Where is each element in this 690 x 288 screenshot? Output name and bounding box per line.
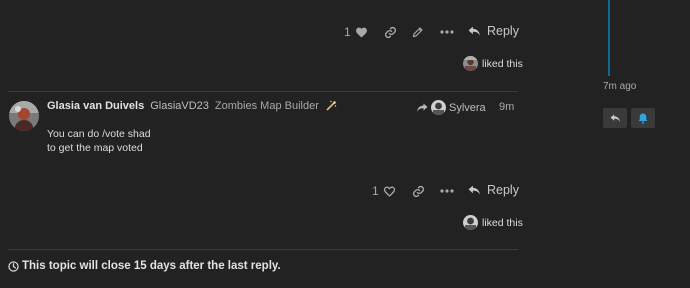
post1-liked-text: liked this — [482, 57, 523, 70]
timeline-scroller[interactable] — [608, 0, 610, 76]
username[interactable]: GlasiaVD23 — [150, 100, 209, 112]
post-body-line: to get the map voted — [47, 141, 143, 154]
link-icon[interactable] — [382, 24, 398, 40]
post-body-line: You can do /vote shad — [47, 128, 151, 140]
post2-like-count[interactable]: 1 — [372, 184, 379, 198]
avatar[interactable] — [463, 56, 478, 71]
post-divider — [8, 91, 518, 92]
reply-icon — [468, 185, 480, 195]
post2-liked-text: liked this — [482, 216, 523, 229]
more-icon[interactable] — [438, 24, 456, 40]
post1-like-area: 1 — [344, 24, 368, 40]
heart-icon[interactable] — [355, 26, 368, 38]
reply-arrow-icon — [417, 103, 428, 112]
more-icon[interactable] — [438, 183, 456, 199]
post2-like-area: 1 — [372, 183, 396, 199]
clock-icon — [8, 260, 19, 272]
avatar[interactable] — [463, 215, 478, 230]
post1-like-count[interactable]: 1 — [344, 25, 351, 39]
topic-notice-text: This topic will close 15 days after the … — [22, 260, 281, 272]
post2-body: You can do /vote shad to get the map vot… — [47, 128, 151, 155]
timeline-notification-button[interactable] — [631, 108, 655, 128]
post-divider — [8, 249, 518, 250]
post2-reply-label: Reply — [487, 183, 519, 197]
avatar — [431, 100, 446, 115]
post2-reply-button[interactable]: Reply — [468, 181, 519, 199]
bell-icon — [638, 113, 648, 124]
avatar[interactable] — [9, 101, 39, 131]
post1-liked-by: liked this — [463, 56, 523, 71]
reply-to-indicator[interactable]: Sylvera — [416, 100, 486, 115]
pencil-icon[interactable] — [410, 24, 426, 40]
post1-reply-label: Reply — [487, 24, 519, 38]
post2-liked-by: liked this — [463, 215, 523, 230]
post1-reply-button[interactable]: Reply — [468, 22, 519, 40]
user-title: Zombies Map Builder — [214, 100, 319, 112]
heart-outline-icon[interactable] — [383, 185, 396, 197]
timeline-time-ago: 7m ago — [603, 81, 637, 92]
link-icon[interactable] — [410, 183, 426, 199]
flair-icon — [325, 100, 337, 112]
post-time[interactable]: 9m — [499, 101, 514, 113]
post2-header: Glasia van Duivels GlasiaVD23 Zombies Ma… — [47, 100, 337, 112]
timeline-reply-button[interactable] — [603, 108, 627, 128]
reply-icon — [610, 113, 620, 122]
topic-timer-notice: This topic will close 15 days after the … — [8, 260, 281, 272]
reply-icon — [468, 26, 480, 36]
author-name[interactable]: Glasia van Duivels — [47, 100, 144, 112]
reply-to-username: Sylvera — [449, 101, 486, 114]
